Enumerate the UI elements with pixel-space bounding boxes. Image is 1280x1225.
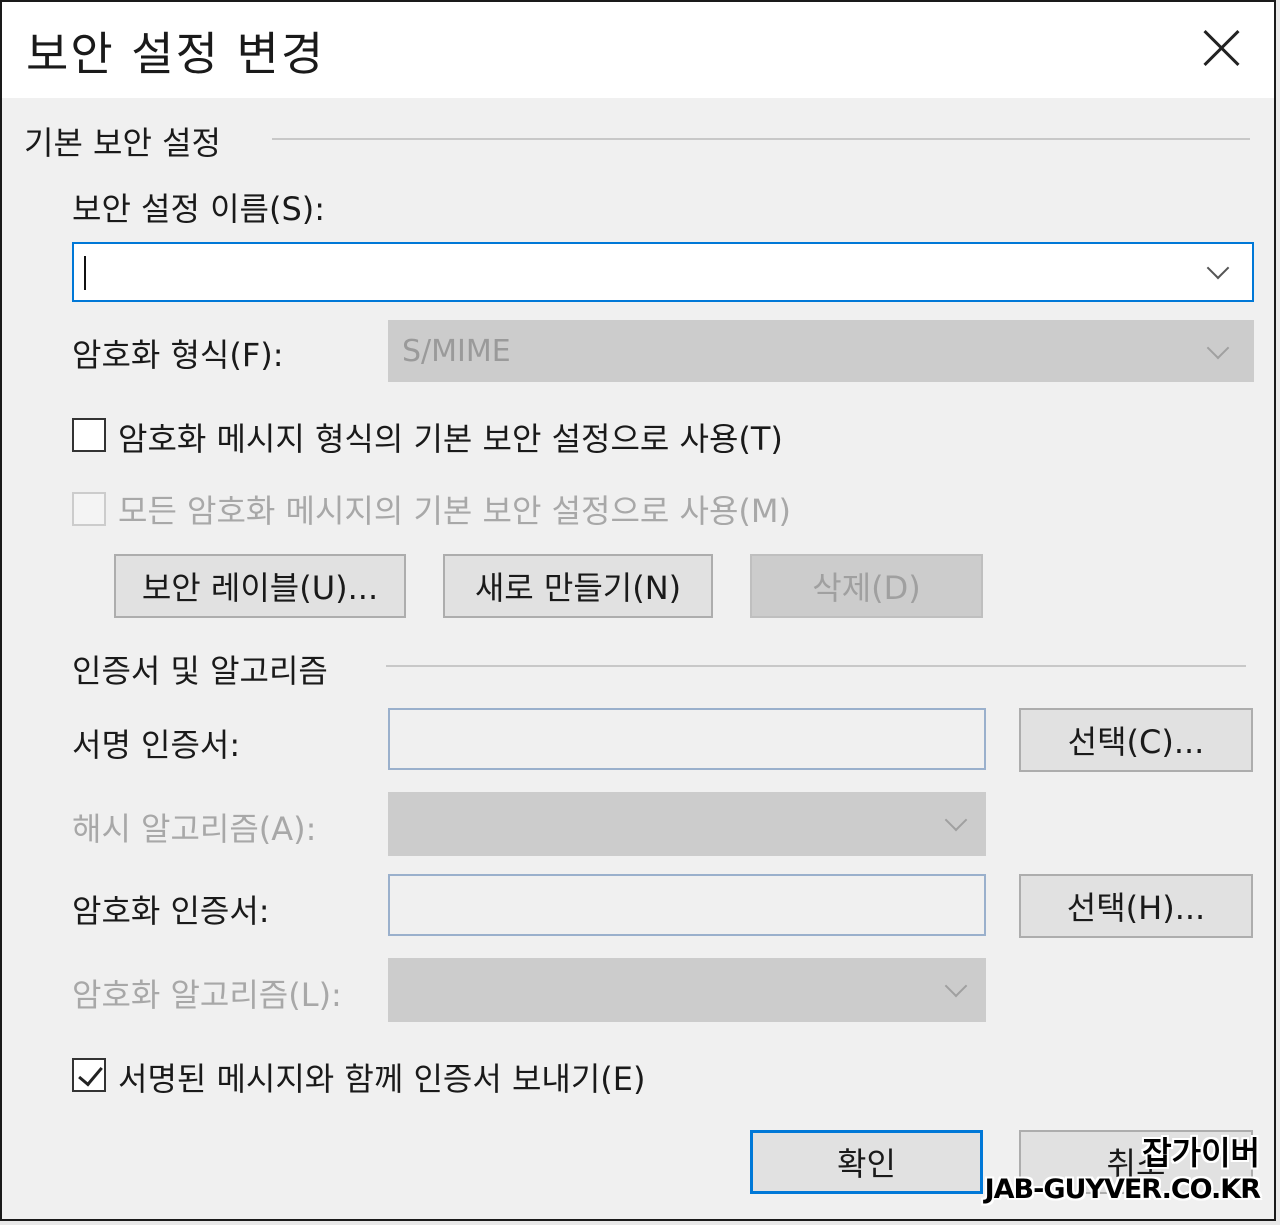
crypto-format-value: S/MIME	[402, 334, 511, 369]
signing-cert-field[interactable]	[388, 708, 986, 770]
basic-settings-divider	[272, 138, 1250, 140]
watermark-line1: 잡가이버	[1142, 1134, 1260, 1172]
text-cursor	[84, 256, 86, 290]
security-settings-dialog: 보안 설정 변경 기본 보안 설정 보안 설정 이름(S): 암호화 형식(F)…	[0, 0, 1276, 1221]
watermark: 잡가이버 JAB-GUYVER.CO.KR	[984, 1133, 1261, 1207]
crypto-format-label: 암호화 형식(F):	[72, 336, 284, 374]
security-setting-name-combobox[interactable]	[72, 242, 1254, 302]
encryption-cert-field[interactable]	[388, 874, 986, 936]
ok-button[interactable]: 확인	[750, 1130, 983, 1194]
default-for-format-label: 암호화 메시지 형식의 기본 보안 설정으로 사용(T)	[118, 420, 783, 458]
signing-cert-label: 서명 인증서:	[72, 726, 241, 764]
choose-encryption-cert-button[interactable]: 선택(H)...	[1019, 874, 1253, 938]
hash-algorithm-select[interactable]	[388, 792, 986, 856]
default-for-format-checkbox[interactable]	[72, 418, 106, 452]
crypto-format-select[interactable]: S/MIME	[388, 320, 1254, 382]
close-icon[interactable]	[1200, 26, 1244, 70]
send-certs-checkbox[interactable]	[72, 1058, 106, 1092]
encryption-algorithm-label: 암호화 알고리즘(L):	[72, 976, 342, 1014]
certs-group-label: 인증서 및 알고리즘	[72, 652, 328, 690]
chevron-down-icon	[944, 808, 968, 832]
default-for-all-checkbox[interactable]	[72, 492, 106, 526]
encryption-cert-label: 암호화 인증서:	[72, 892, 270, 930]
basic-settings-group-label: 기본 보안 설정	[24, 124, 221, 162]
chevron-down-icon	[944, 974, 968, 998]
encryption-algorithm-select[interactable]	[388, 958, 986, 1022]
new-button[interactable]: 새로 만들기(N)	[443, 554, 713, 618]
hash-algorithm-label: 해시 알고리즘(A):	[72, 810, 317, 848]
watermark-line2: JAB-GUYVER.CO.KR	[984, 1174, 1261, 1205]
chevron-down-icon	[1206, 336, 1230, 360]
send-certs-label: 서명된 메시지와 함께 인증서 보내기(E)	[118, 1060, 646, 1098]
security-setting-name-label: 보안 설정 이름(S):	[72, 190, 326, 228]
security-labels-button[interactable]: 보안 레이블(U)...	[114, 554, 406, 618]
choose-signing-cert-button[interactable]: 선택(C)...	[1019, 708, 1253, 772]
certs-group-divider	[386, 665, 1246, 667]
title-bar: 보안 설정 변경	[2, 2, 1274, 98]
delete-button[interactable]: 삭제(D)	[750, 554, 983, 618]
chevron-down-icon[interactable]	[1206, 256, 1230, 280]
default-for-all-label: 모든 암호화 메시지의 기본 보안 설정으로 사용(M)	[118, 492, 791, 530]
dialog-title: 보안 설정 변경	[26, 27, 326, 81]
